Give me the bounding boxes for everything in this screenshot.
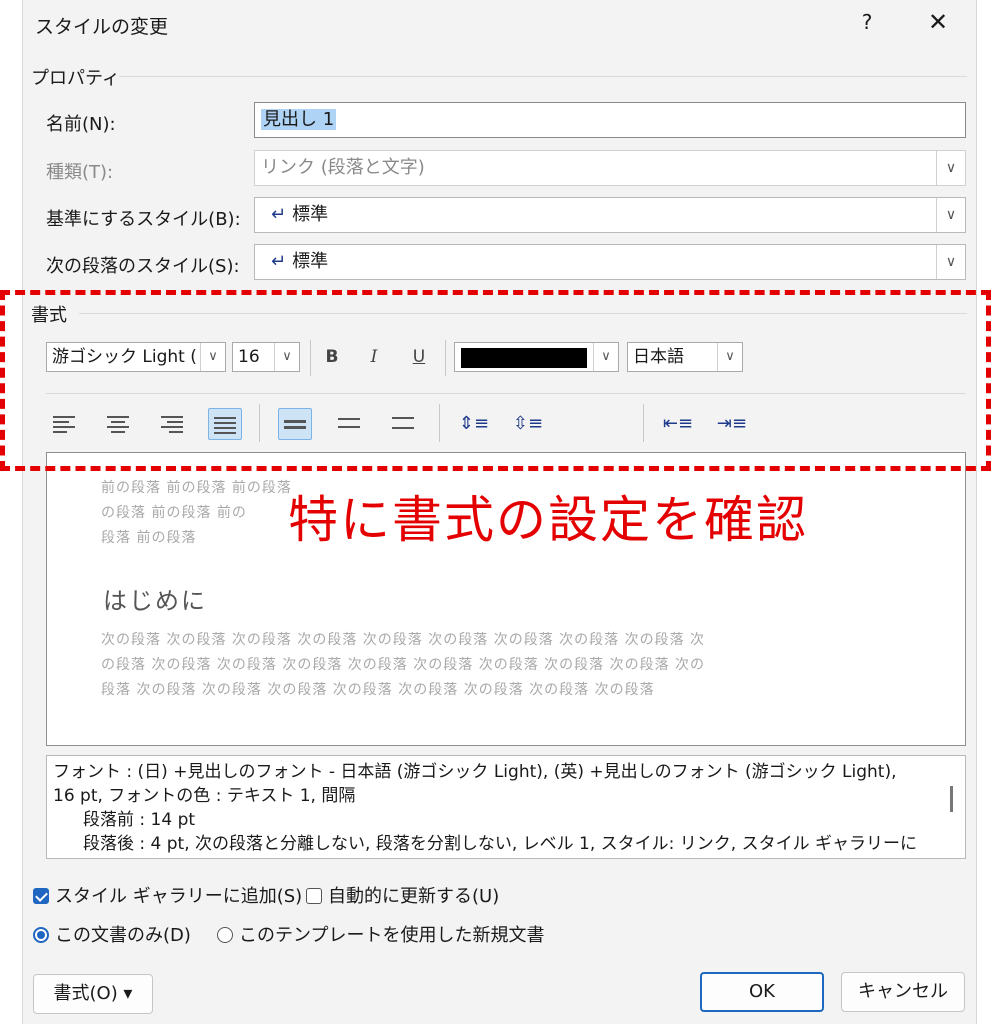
toolbar-separator [310,340,311,376]
title-bar: スタイルの変更 ? ✕ [23,0,976,50]
description-line: 段落後 : 4 pt, 次の段落と分離しない, 段落を分割しない, レベル 1,… [83,834,918,854]
cancel-button[interactable]: キャンセル [841,972,965,1012]
toolbar-divider [46,393,966,394]
help-icon[interactable]: ? [855,10,879,34]
properties-divider [119,76,967,77]
align-right-icon [161,416,183,433]
language-value: 日本語 [633,347,684,367]
format-menu-button[interactable]: 書式(O) ▾ [33,974,153,1014]
checkbox-checked-icon [33,888,49,904]
close-icon[interactable]: ✕ [923,8,953,36]
one-half-spacing-button[interactable] [332,408,366,440]
font-select-value: 游ゴシック Light ( [52,347,197,367]
base-style-value: 標準 [292,204,329,225]
chevron-down-icon: ∨ [717,343,742,371]
new-documents-radio[interactable]: このテンプレートを使用した新規文書 [217,924,544,948]
chevron-down-icon: ∨ [936,198,965,232]
type-select-value: リンク (段落と文字) [261,157,425,178]
justify-button[interactable] [208,408,242,440]
outdent-icon: ⇤≡ [662,413,694,434]
description-line: 16 pt, フォントの色 : テキスト 1, 間隔 [53,786,356,806]
description-line: 段落前 : 14 pt [83,810,196,830]
one-half-spacing-icon [338,418,360,428]
chevron-down-icon: ∨ [936,245,965,279]
italic-button[interactable]: I [357,341,391,373]
base-style-label: 基準にするスタイル(B): [46,209,241,230]
increase-paragraph-spacing-button[interactable]: ⇕≡ [457,408,491,440]
toolbar-separator [439,404,440,442]
toolbar-separator [643,404,644,442]
align-center-button[interactable] [101,408,135,440]
format-group-label: 書式 [31,305,67,326]
toolbar-separator [445,340,446,376]
chevron-down-icon: ∨ [200,343,225,371]
align-center-icon [107,416,129,433]
double-spacing-button[interactable] [386,408,420,440]
paragraph-mark-icon: ↵ [271,204,287,225]
bold-button[interactable]: B [315,341,349,373]
align-right-button[interactable] [155,408,189,440]
auto-update-checkbox[interactable]: 自動的に更新する(U) [306,885,499,909]
font-color-select[interactable]: ∨ [454,342,619,372]
new-documents-label: このテンプレートを使用した新規文書 [239,925,545,946]
decrease-paragraph-spacing-button[interactable]: ⇳≡ [511,408,545,440]
align-left-button[interactable] [47,408,81,440]
this-document-label: この文書のみ(D) [55,925,191,946]
double-spacing-icon [392,417,414,429]
increase-indent-button[interactable]: ⇥≡ [715,408,749,440]
this-document-radio[interactable]: この文書のみ(D) [33,924,191,948]
add-to-gallery-label: スタイル ギャラリーに追加(S) [55,886,303,907]
preview-prev-line: 前の段落 前の段落 前の段落 [101,480,292,496]
font-size-select[interactable]: 16 ∨ [232,342,300,372]
type-select[interactable]: リンク (段落と文字) ∨ [254,150,966,186]
font-select[interactable]: 游ゴシック Light ( ∨ [46,342,226,372]
chevron-down-icon: ∨ [274,343,299,371]
properties-group-label: プロパティ [31,68,120,89]
add-to-gallery-checkbox[interactable]: スタイル ギャラリーに追加(S) [33,885,302,909]
name-input[interactable]: 見出し 1 [254,102,966,138]
single-spacing-icon [284,420,306,429]
preview-next-line: の段落 次の段落 次の段落 次の段落 次の段落 次の段落 次の段落 次の段落 次… [101,657,706,673]
align-left-icon [53,416,75,433]
font-size-value: 16 [238,347,260,367]
decrease-spacing-icon: ⇳≡ [512,413,544,434]
description-scrollbar[interactable] [950,786,953,812]
language-select[interactable]: 日本語 ∨ [627,342,743,372]
type-label: 種類(T): [46,162,114,183]
description-line: フォント : (日) +見出しのフォント - 日本語 (游ゴシック Light)… [53,762,897,782]
format-divider [79,313,967,314]
name-input-value: 見出し 1 [261,109,337,130]
preview-next-line: 段落 次の段落 次の段落 次の段落 次の段落 次の段落 次の段落 次の段落 次の… [101,682,655,698]
preview-next-line: 次の段落 次の段落 次の段落 次の段落 次の段落 次の段落 次の段落 次の段落 … [101,632,706,648]
auto-update-label: 自動的に更新する(U) [328,886,500,907]
preview-prev-line: 段落 前の段落 [101,530,197,546]
base-style-select[interactable]: ↵ 標準 ∨ [254,197,966,233]
annotation-text: 特に書式の設定を確認 [288,491,808,549]
decrease-indent-button[interactable]: ⇤≡ [661,408,695,440]
preview-prev-line: の段落 前の段落 前の [101,505,247,521]
style-description: フォント : (日) +見出しのフォント - 日本語 (游ゴシック Light)… [46,755,966,859]
radio-selected-icon [33,927,49,943]
single-spacing-button[interactable] [278,408,312,440]
font-color-swatch [461,348,587,368]
increase-spacing-icon: ⇕≡ [458,413,490,434]
ok-button[interactable]: OK [700,972,824,1012]
indent-icon: ⇥≡ [716,413,748,434]
name-label: 名前(N): [46,114,116,135]
dialog-title: スタイルの変更 [35,16,169,38]
next-style-select[interactable]: ↵ 標準 ∨ [254,244,966,280]
next-style-label: 次の段落のスタイル(S): [46,256,240,277]
justify-icon [214,417,236,434]
chevron-down-icon: ∨ [936,151,965,185]
toolbar-separator [259,404,260,442]
preview-heading: はじめに [103,587,207,615]
radio-unselected-icon [217,927,233,943]
paragraph-mark-icon: ↵ [271,251,287,272]
next-style-value: 標準 [292,251,329,272]
chevron-down-icon: ∨ [593,343,618,371]
checkbox-unchecked-icon [306,888,322,904]
underline-button[interactable]: U [402,341,436,373]
